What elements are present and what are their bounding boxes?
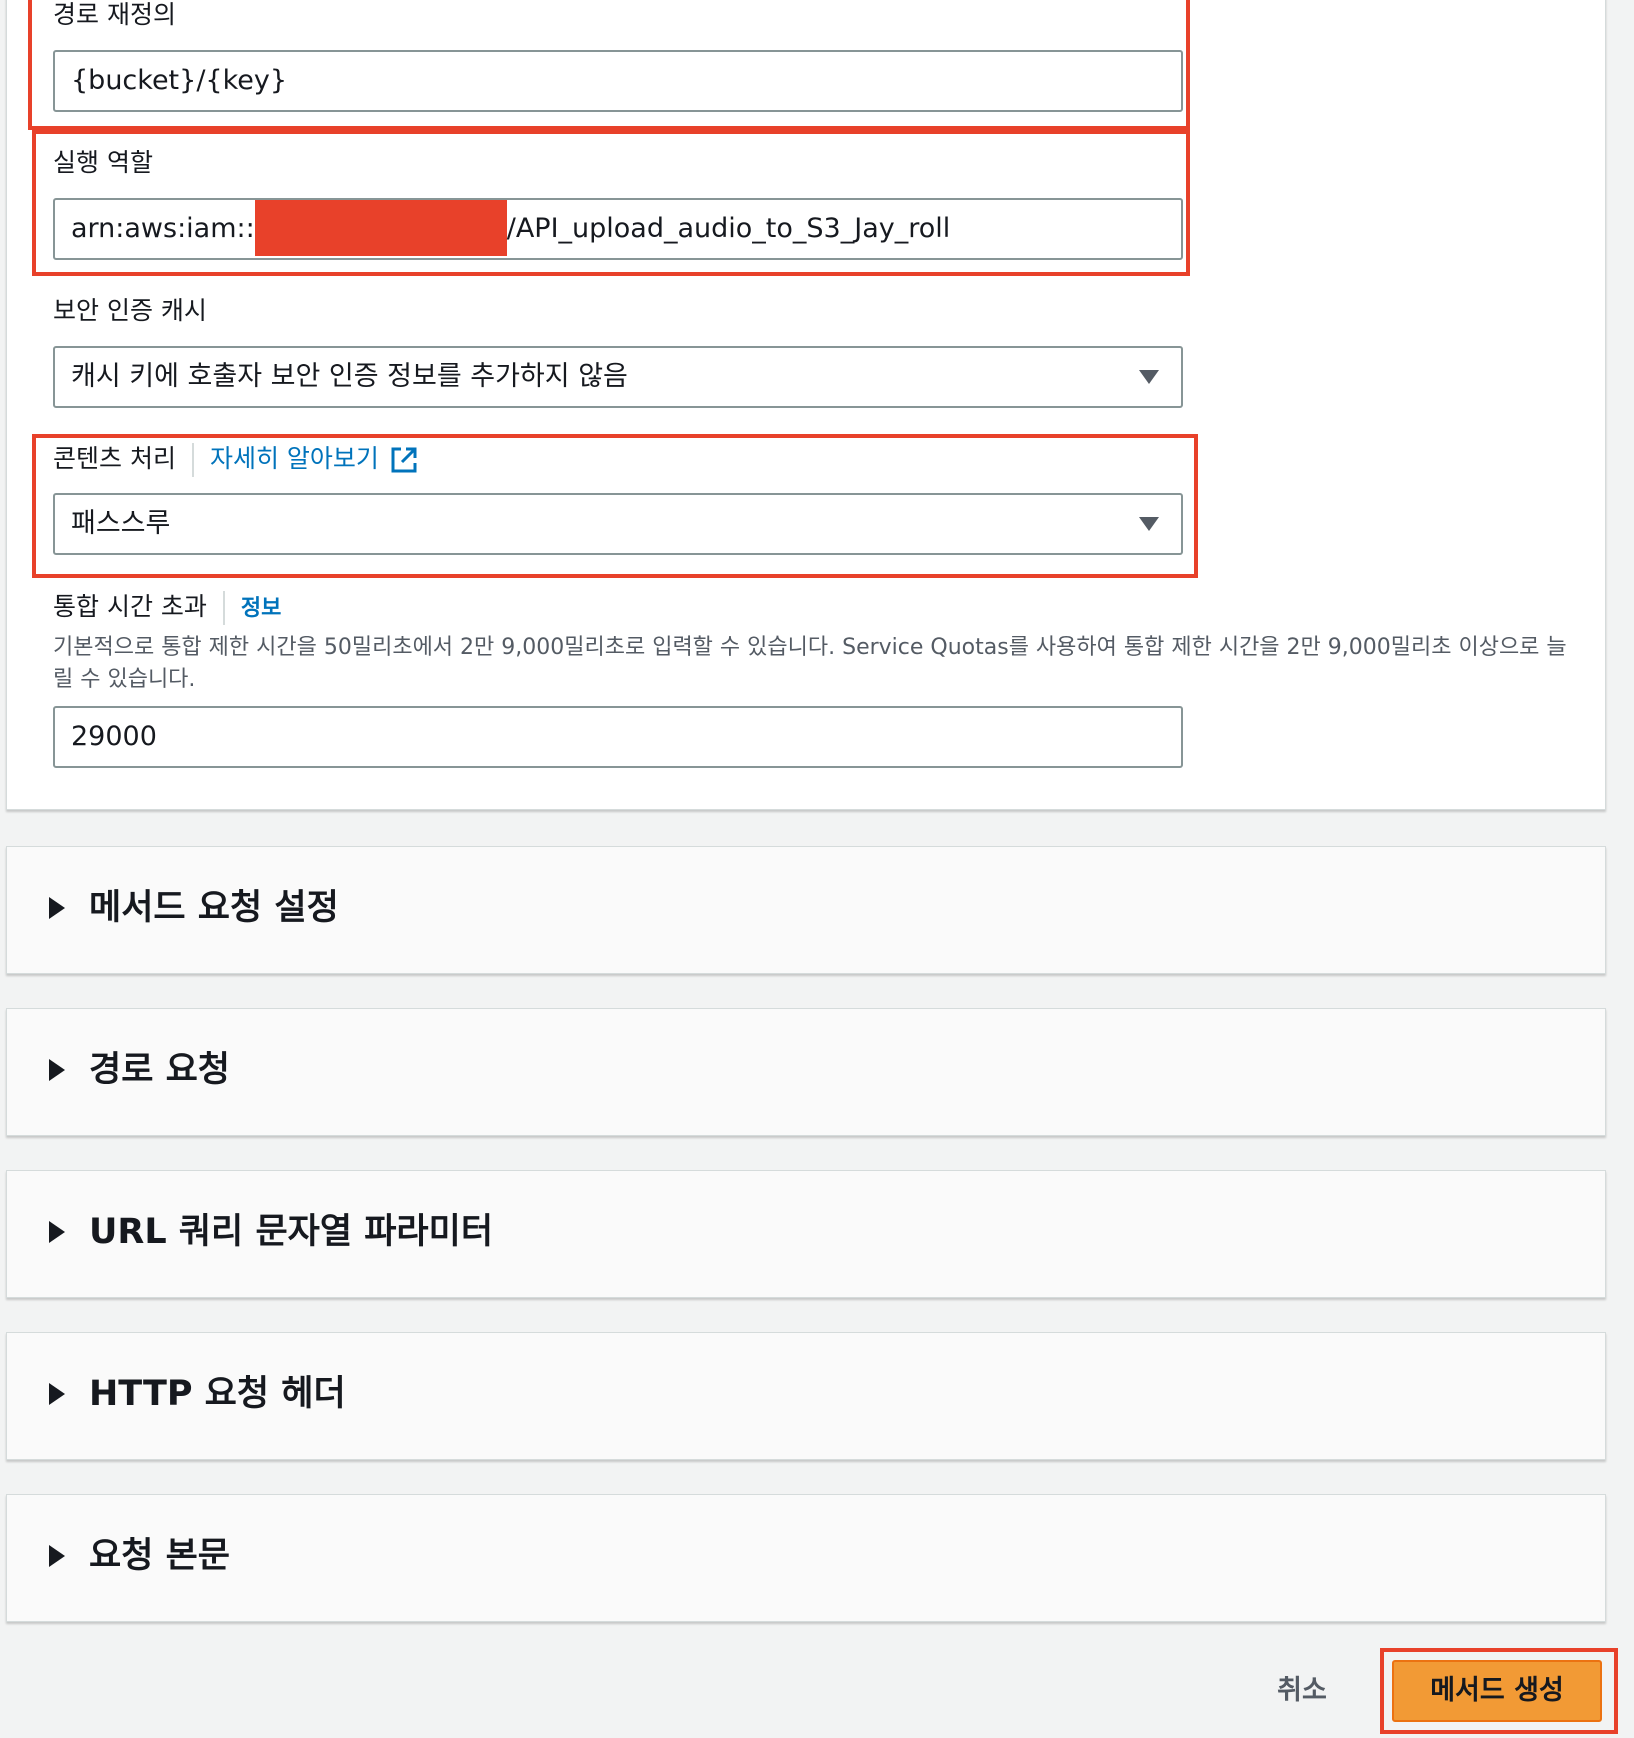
caret-right-icon (49, 1059, 65, 1081)
content-handling-label-row: 콘텐츠 처리 자세히 알아보기 (53, 443, 419, 477)
section-http-request-headers[interactable]: HTTP 요청 헤더 (6, 1332, 1606, 1460)
label-divider (222, 591, 225, 625)
external-link-icon[interactable] (389, 445, 419, 475)
caret-right-icon (49, 1383, 65, 1405)
section-title: 요청 본문 (89, 1536, 230, 1576)
caret-right-icon (49, 1545, 65, 1567)
path-override-label: 경로 재정의 (53, 0, 176, 29)
timeout-label: 통합 시간 초과 (53, 592, 207, 621)
content-handling-value: 패스스루 (71, 508, 171, 539)
section-method-request-settings[interactable]: 메서드 요청 설정 (6, 846, 1606, 974)
create-method-button[interactable]: 메서드 생성 (1392, 1660, 1602, 1722)
section-title: URL 쿼리 문자열 파라미터 (89, 1212, 494, 1252)
execution-role-label: 실행 역할 (53, 148, 153, 177)
execution-role-input[interactable]: arn:aws:iam::/API_upload_audio_to_S3_Jay… (53, 198, 1183, 260)
section-title: 메서드 요청 설정 (89, 888, 339, 928)
cancel-button[interactable]: 취소 (1262, 1660, 1342, 1722)
credential-cache-label: 보안 인증 캐시 (53, 296, 207, 325)
caret-down-icon (1139, 370, 1159, 384)
caret-down-icon (1139, 517, 1159, 531)
content-handling-select[interactable]: 패스스루 (53, 493, 1183, 555)
timeout-label-row: 통합 시간 초과 정보 (53, 591, 281, 625)
timeout-description: 기본적으로 통합 제한 시간을 50밀리초에서 2만 9,000밀리초로 입력할… (53, 635, 1567, 692)
section-url-query-params[interactable]: URL 쿼리 문자열 파라미터 (6, 1170, 1606, 1298)
execution-role-suffix: /API_upload_audio_to_S3_Jay_roll (506, 213, 951, 244)
credential-cache-value: 캐시 키에 호출자 보안 인증 정보를 추가하지 않음 (71, 361, 628, 392)
section-title: HTTP 요청 헤더 (89, 1374, 346, 1414)
learn-more-link[interactable]: 자세히 알아보기 (210, 444, 379, 473)
path-override-input[interactable]: {bucket}/{key} (53, 50, 1183, 112)
redacted-account-id (254, 200, 507, 256)
section-request-body[interactable]: 요청 본문 (6, 1494, 1606, 1622)
credential-cache-select[interactable]: 캐시 키에 호출자 보안 인증 정보를 추가하지 않음 (53, 346, 1183, 408)
integration-settings-panel: 경로 재정의 {bucket}/{key} 실행 역할 arn:aws:iam:… (6, 0, 1606, 810)
label-divider (191, 443, 194, 477)
caret-right-icon (49, 897, 65, 919)
timeout-input[interactable]: 29000 (53, 706, 1183, 768)
section-title: 경로 요청 (89, 1050, 230, 1090)
execution-role-prefix: arn:aws:iam:: (71, 213, 255, 244)
caret-right-icon (49, 1221, 65, 1243)
section-path-request[interactable]: 경로 요청 (6, 1008, 1606, 1136)
info-link[interactable]: 정보 (241, 596, 281, 621)
content-handling-label: 콘텐츠 처리 (53, 444, 176, 473)
